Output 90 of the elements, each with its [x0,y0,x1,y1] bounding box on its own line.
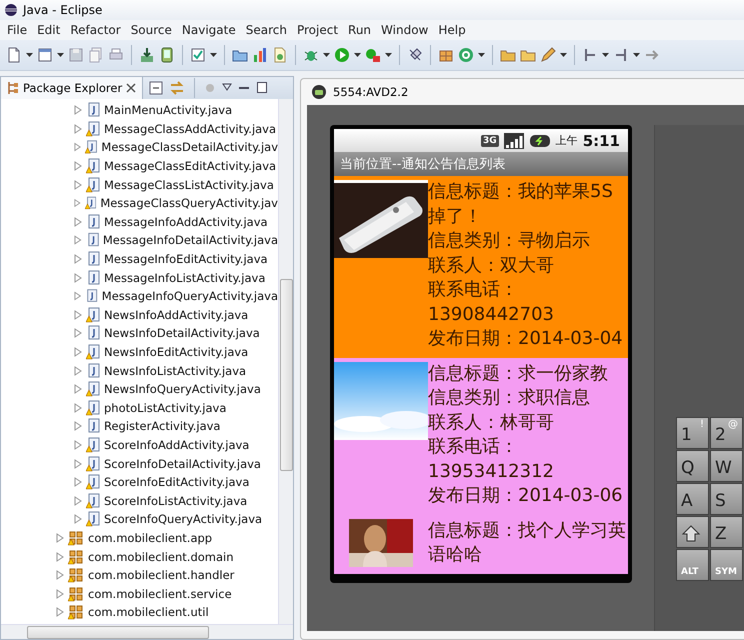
item-detail: 信息类别：求职信息 [428,386,591,410]
item-detail: 联系人：林哥哥 [428,410,555,434]
file-name[interactable]: MessageClassEditActivity.java [104,159,276,174]
close-icon[interactable] [126,82,136,94]
list-item[interactable]: 信息标题：求一份家教 信息类别：求职信息 联系人：林哥哥 联系电话：13953412312 发布日期：2014-03-06 [334,358,628,514]
file-name[interactable]: photoListActivity.java [104,400,226,415]
checkbox-icon[interactable] [190,47,206,63]
keyboard-key[interactable]: Z [710,516,743,548]
time-period: 上午 [556,133,578,148]
view-title: Package Explorer [23,81,122,95]
item-detail: 信息标题：我的苹果5S掉了！ [428,180,614,228]
file-name[interactable]: NewsInfoDetailActivity.java [104,326,260,340]
shift-icon [681,524,701,544]
screen-title: 当前位置--通知公告信息列表 [334,152,628,176]
download-icon[interactable] [139,47,155,63]
list-item[interactable]: 信息标题：我的苹果5S掉了！ 信息类别：寻物启示 联系人：双大哥 联系电话：13908442703 发布日期：2014-03-04 [334,176,628,358]
file-name[interactable]: RegisterActivity.java [104,419,220,434]
file-name[interactable]: ScoreInfoQueryActivity.java [104,512,262,526]
item-detail: 信息标题：找个人学习英语哈哈 [428,518,627,567]
list-item[interactable]: 信息标题：找个人学习英语哈哈 [334,514,628,574]
file-name[interactable]: ScoreInfoListActivity.java [104,494,248,508]
keyboard-key[interactable]: 2@ [710,417,743,449]
android-icon[interactable] [311,84,327,100]
package-explorer-icon [7,81,19,95]
menu-item[interactable]: Help [433,23,471,37]
item-detail: 联系电话：13953412312 [428,435,555,484]
menu-item[interactable]: File [2,23,32,37]
package-name[interactable]: com.mobileclient.util [88,605,209,620]
collapse-all-icon[interactable] [149,80,164,96]
keyboard-key[interactable]: Q [676,450,709,482]
signal-icon [504,132,524,148]
file-name[interactable]: NewsInfoListActivity.java [104,364,246,378]
menu-item[interactable]: Search [240,23,292,37]
file-name[interactable]: MessageClassListActivity.java [104,178,274,192]
window-title: Java - Eclipse [23,3,102,17]
documents-icon[interactable] [88,47,104,63]
chart-icon[interactable] [252,47,268,63]
file-name[interactable]: MessageInfoDetailActivity.java [102,233,278,248]
window-icon[interactable] [37,47,53,63]
menu-item[interactable]: Navigate [176,23,241,37]
file-name[interactable]: NewsInfoAddActivity.java [104,308,248,322]
file-name[interactable]: MessageInfoEditActivity.java [104,252,268,266]
item-detail: 联系电话：13908442703 [428,278,555,326]
package-name[interactable]: com.mobileclient.app [88,530,212,545]
network-badge: 3G [481,134,499,146]
clock-time: 5:11 [582,132,620,150]
horizontal-scrollbar[interactable] [1,624,293,639]
pin-icon[interactable] [407,47,423,63]
menu-item[interactable]: Edit [32,23,66,37]
file-name[interactable]: MessageInfoQueryActivity.java [102,289,278,304]
file-name[interactable]: MainMenuActivity.java [104,103,232,118]
file-name[interactable]: MessageClassQueryActivity.jav [100,196,278,210]
menu-item[interactable]: Run [343,23,376,37]
file-name[interactable]: ScoreInfoAddActivity.java [104,438,250,452]
file-name[interactable]: ScoreInfoDetailActivity.java [104,456,261,471]
emulator-title: 5554:AVD2.2 [333,85,408,99]
maximize-icon[interactable] [256,80,268,96]
device-icon[interactable] [159,47,175,63]
keyboard-key[interactable]: 1 ! [676,417,709,449]
menu-item[interactable]: Source [126,23,177,37]
link-arrows-icon[interactable] [169,80,186,96]
file-name[interactable]: MessageClassDetailActivity.jav [101,140,278,154]
shift-key[interactable] [676,516,709,548]
file-name[interactable]: NewsInfoEditActivity.java [104,345,248,360]
file-name[interactable]: MessageInfoAddActivity.java [104,214,268,229]
keyboard-key[interactable]: A [676,483,709,515]
package-name[interactable]: com.mobileclient.handler [88,568,234,582]
item-detail: 联系人：双大哥 [428,254,555,278]
file-name[interactable]: ScoreInfoEditActivity.java [104,475,250,490]
menu-item[interactable]: Project [292,23,344,37]
file-name[interactable]: NewsInfoQueryActivity.java [104,382,261,396]
eclipse-icon[interactable] [4,2,18,18]
view-tab[interactable]: Package Explorer [1,77,144,99]
item-detail: 发布日期：2014-03-06 [428,484,624,508]
package-name[interactable]: com.mobileclient.domain [88,550,234,564]
package-name[interactable]: com.mobileclient.service [88,586,232,601]
file-icon[interactable] [272,47,288,63]
vertical-scrollbar[interactable] [278,99,293,624]
item-detail: 信息标题：求一份家教 [428,362,609,386]
file-name[interactable]: MessageClassAddActivity.java [104,122,276,136]
document-icon[interactable] [6,47,22,63]
item-detail: 发布日期：2014-03-04 [428,327,624,351]
menu-item[interactable]: Refactor [65,23,126,37]
item-detail: 信息类别：寻物启示 [428,229,591,253]
file-name[interactable]: MessageInfoListActivity.java [104,270,266,285]
battery-icon [528,134,551,148]
keyboard-key[interactable]: W [710,450,743,482]
menu-item[interactable]: Window [376,23,434,37]
keyboard-key[interactable]: S [710,483,743,515]
pencil-icon[interactable] [540,47,556,63]
